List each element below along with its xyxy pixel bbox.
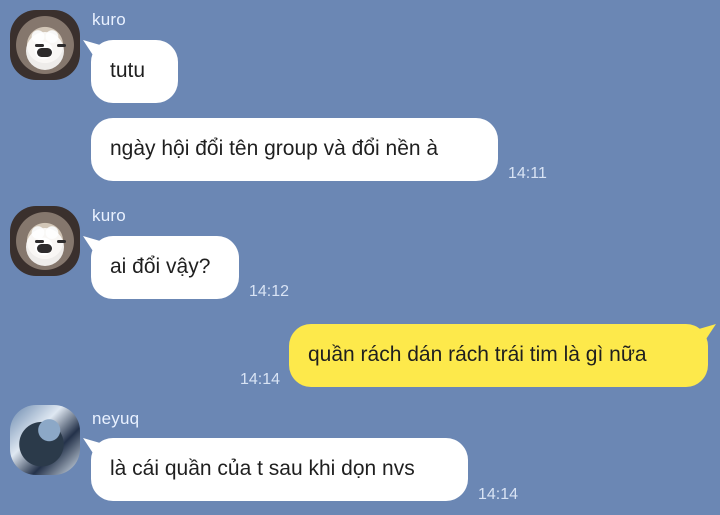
message-bubble[interactable]: ngày hội đổi tên group và đổi nền à xyxy=(91,118,498,181)
message-time: 14:11 xyxy=(508,165,547,182)
user-avatar-kuro[interactable] xyxy=(10,206,80,276)
message-time: 14:12 xyxy=(249,283,290,300)
sender-name: neyuq xyxy=(92,409,140,428)
message-bubble-outgoing[interactable]: quần rách dán rách trái tim là gì nữa xyxy=(289,324,708,387)
message-bubble[interactable]: tutu xyxy=(91,40,178,103)
message-time: 14:14 xyxy=(478,486,519,503)
chat-thread: kuro tutu ngày hội đổi tên group và đổi … xyxy=(0,0,720,515)
message-bubble[interactable]: là cái quần của t sau khi dọn nvs xyxy=(91,438,468,501)
message-time: 14:14 xyxy=(240,371,281,388)
user-avatar-kuro[interactable] xyxy=(10,10,80,80)
sender-name: kuro xyxy=(92,10,126,29)
message-bubble[interactable]: ai đổi vậy? xyxy=(91,236,239,299)
user-avatar-neyuq[interactable] xyxy=(10,405,80,475)
sender-name: kuro xyxy=(92,206,126,225)
